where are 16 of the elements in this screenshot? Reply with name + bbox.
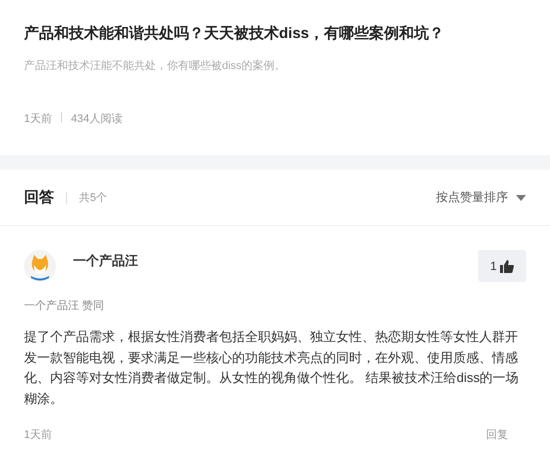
- question-description: 产品汪和技术汪能不能共处，你有哪些被diss的案例。: [24, 58, 287, 73]
- answer-body: 提了个产品需求，根据女性消费者包括全职妈妈、独立女性、热恋期女性等女性人群开发一款智能电视，要求满足一些核心的功能技术亮点的同时，在外观、使用质感、情感化、内容等对女性消费者做定制。从女性的视角做个性化。 结果被技术汪给diss的一场糊涂。: [24, 328, 520, 408]
- caret-icon: [516, 194, 526, 200]
- answers-title: 回答: [24, 188, 54, 207]
- answer-count: 共5个: [79, 191, 108, 205]
- post-time: 1天前: [24, 112, 52, 126]
- answer-time: 1天前: [24, 428, 52, 442]
- author-name[interactable]: 一个产品汪: [73, 252, 138, 270]
- thumbs-up-icon: [500, 260, 514, 272]
- question-title: 产品和技术能和谐共处吗？天天被技术diss，有哪些案例和坑？: [24, 24, 446, 43]
- like-button[interactable]: 1: [478, 250, 526, 282]
- read-count: 434人阅读: [70, 112, 122, 126]
- sort-dropdown[interactable]: 按点赞量排序: [436, 189, 526, 206]
- avatar-icon: [24, 250, 56, 282]
- endorsement-text: 一个产品汪 赞同: [24, 298, 106, 313]
- separator: |: [60, 111, 63, 125]
